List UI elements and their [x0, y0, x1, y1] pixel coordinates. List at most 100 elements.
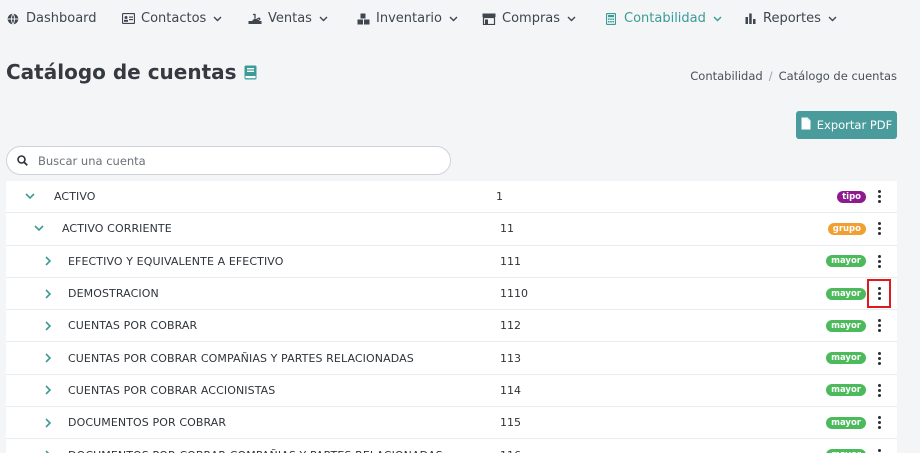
account-name: ACTIVO: [54, 190, 96, 204]
kebab-dot: [877, 195, 881, 199]
kebab-dot: [877, 190, 881, 194]
nav-ventas[interactable]: Ventas: [248, 11, 328, 26]
boxes-icon: [356, 12, 370, 26]
account-row[interactable]: CUENTAS POR COBRAR COMPAÑIAS Y PARTES RE…: [6, 342, 897, 375]
nav-label: Ventas: [268, 11, 312, 26]
more-options-icon[interactable]: [873, 219, 885, 239]
kebab-dot: [877, 361, 881, 365]
account-code: 11: [500, 222, 514, 236]
account-type-badge: tipo: [837, 190, 866, 203]
chevron-down-icon[interactable]: [24, 191, 36, 203]
kebab-dot: [877, 421, 881, 425]
account-row[interactable]: DOCUMENTOS POR COBRAR COMPAÑIAS Y PARTES…: [6, 439, 897, 453]
store-icon: [482, 12, 496, 26]
account-code: 1: [496, 190, 503, 204]
more-options-icon[interactable]: [873, 316, 885, 336]
chevron-right-icon[interactable]: [42, 255, 54, 267]
kebab-dot: [877, 356, 881, 360]
account-code: 116: [500, 449, 521, 453]
more-options-icon[interactable]: [873, 251, 885, 271]
top-navigation: Dashboard Contactos Ventas Inventario Co…: [0, 0, 920, 40]
chevron-down-icon: [213, 16, 222, 22]
account-row[interactable]: DEMOSTRACION 1110 mayor: [6, 278, 897, 311]
kebab-dot: [877, 297, 881, 301]
account-code: 114: [500, 383, 521, 397]
nav-label: Contactos: [141, 11, 207, 26]
account-name: DOCUMENTOS POR COBRAR: [68, 416, 227, 430]
chevron-right-icon[interactable]: [42, 384, 54, 396]
account-type-badge: mayor: [826, 449, 866, 453]
page-title-text: Catálogo de cuentas: [6, 60, 237, 84]
account-type-badge: mayor: [826, 287, 866, 300]
chevron-down-icon: [828, 16, 837, 22]
account-name: ACTIVO CORRIENTE: [62, 222, 172, 236]
kebab-dot: [877, 222, 881, 226]
nav-label: Compras: [502, 11, 561, 26]
more-options-icon[interactable]: [873, 380, 885, 400]
chevron-right-icon[interactable]: [42, 288, 54, 300]
nav-compras[interactable]: Compras: [482, 11, 576, 26]
kebab-dot: [877, 393, 881, 397]
nav-inventario[interactable]: Inventario: [356, 11, 458, 26]
nav-contactos[interactable]: Contactos: [121, 11, 222, 26]
account-code: 112: [500, 319, 521, 333]
kebab-dot: [877, 383, 881, 387]
account-name: DEMOSTRACION: [68, 287, 159, 301]
breadcrumb-separator: /: [768, 69, 773, 83]
kebab-dot: [877, 329, 881, 333]
kebab-dot: [877, 254, 881, 258]
chevron-down-icon: [567, 16, 576, 22]
kebab-dot: [877, 287, 881, 291]
kebab-dot: [877, 232, 881, 236]
breadcrumb: Contabilidad / Catálogo de cuentas: [690, 69, 897, 83]
kebab-dot: [877, 227, 881, 231]
account-type-badge: mayor: [826, 416, 866, 429]
account-row[interactable]: ACTIVO 1 tipo: [6, 181, 897, 214]
more-options-icon[interactable]: [873, 413, 885, 433]
account-type-badge: mayor: [826, 384, 866, 397]
chevron-right-icon[interactable]: [42, 449, 54, 453]
export-pdf-button[interactable]: Exportar PDF: [796, 111, 897, 139]
chevron-down-icon: [319, 16, 328, 22]
kebab-dot: [877, 259, 881, 263]
more-options-icon[interactable]: [873, 348, 885, 368]
more-options-icon[interactable]: [873, 445, 885, 453]
nav-dashboard[interactable]: Dashboard: [6, 11, 97, 26]
account-row[interactable]: CUENTAS POR COBRAR 112 mayor: [6, 310, 897, 343]
search-icon: [17, 151, 28, 170]
account-name: CUENTAS POR COBRAR ACCIONISTAS: [68, 383, 276, 397]
more-options-icon[interactable]: [873, 187, 885, 207]
calculator-icon: [604, 12, 618, 26]
account-row[interactable]: DOCUMENTOS POR COBRAR 115 mayor: [6, 407, 897, 440]
kebab-dot: [877, 388, 881, 392]
account-row[interactable]: ACTIVO CORRIENTE 11 grupo: [6, 213, 897, 246]
account-row[interactable]: CUENTAS POR COBRAR ACCIONISTAS 114 mayor: [6, 375, 897, 408]
chevron-right-icon[interactable]: [42, 417, 54, 429]
chevron-right-icon[interactable]: [42, 352, 54, 364]
nav-reportes[interactable]: Reportes: [743, 11, 837, 26]
nav-label: Reportes: [763, 11, 821, 26]
kebab-dot: [877, 416, 881, 420]
breadcrumb-link-contabilidad[interactable]: Contabilidad: [690, 69, 762, 83]
page-title: Catálogo de cuentas: [6, 60, 257, 84]
more-options-icon[interactable]: [867, 279, 891, 309]
kebab-dot: [877, 448, 881, 452]
chevron-down-icon: [449, 16, 458, 22]
account-type-badge: mayor: [826, 319, 866, 332]
kebab-dot: [877, 264, 881, 268]
account-row[interactable]: EFECTIVO Y EQUIVALENTE A EFECTIVO 111 mayo…: [6, 246, 897, 278]
search-input[interactable]: [38, 153, 418, 168]
account-code: 111: [500, 254, 521, 268]
chevron-right-icon[interactable]: [42, 320, 54, 332]
account-name: CUENTAS POR COBRAR COMPAÑIAS Y PARTES RE…: [68, 351, 414, 365]
kebab-dot: [877, 324, 881, 328]
file-icon: [801, 117, 811, 133]
nav-contabilidad[interactable]: Contabilidad: [604, 11, 722, 26]
account-name: DOCUMENTOS POR COBRAR COMPAÑIAS Y PARTES…: [68, 449, 443, 453]
chevron-down-icon[interactable]: [33, 223, 45, 235]
globe-icon: [6, 12, 20, 26]
account-name: EFECTIVO Y EQUIVALENTE A EFECTIVO: [68, 254, 284, 268]
kebab-dot: [877, 200, 881, 204]
export-pdf-label: Exportar PDF: [816, 118, 893, 132]
account-type-badge: grupo: [827, 222, 866, 235]
